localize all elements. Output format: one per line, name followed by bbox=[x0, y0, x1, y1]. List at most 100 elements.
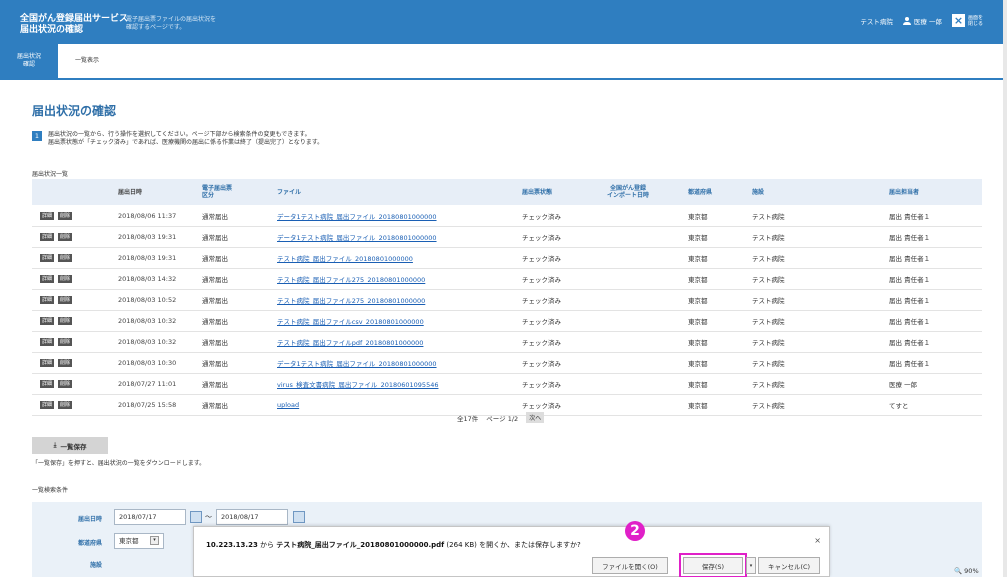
cell-facility: テスト病院 bbox=[752, 381, 785, 389]
cell-file: テスト病院_届出ファイルcsv_20180801000000 bbox=[277, 311, 424, 331]
file-link[interactable]: テスト病院_届出ファイル275_20180801000000 bbox=[277, 274, 425, 284]
cell-pref: 東京都 bbox=[688, 234, 708, 242]
detail-button[interactable]: 詳細 bbox=[40, 233, 55, 241]
cell-facility: テスト病院 bbox=[752, 297, 785, 305]
row-actions: 詳細 削除 bbox=[40, 374, 73, 394]
hospital-name: テスト病院 bbox=[860, 17, 893, 26]
delete-button[interactable]: 削除 bbox=[58, 359, 73, 367]
info-line2: 届出票状態が「チェック済み」であれば、医療機関の届出に係る作業は終了（提出完了）… bbox=[48, 139, 324, 146]
delete-button[interactable]: 削除 bbox=[58, 401, 73, 409]
next-page-button[interactable]: 次へ bbox=[526, 412, 545, 423]
col-header-status: 届出票状態 bbox=[522, 188, 553, 196]
file-link[interactable]: テスト病院_届出ファイルpdf_20180801000000 bbox=[277, 337, 423, 347]
row-actions: 詳細 削除 bbox=[40, 269, 73, 289]
table-row: 詳細 削除 2018/08/03 10:32 通常届出 テスト病院_届出ファイルpdf_… bbox=[32, 332, 982, 353]
file-link[interactable]: データ1テスト病院_届出ファイル_20180801000000 bbox=[277, 211, 437, 221]
delete-button[interactable]: 削除 bbox=[58, 254, 73, 262]
cell-file: テスト病院_届出ファイル275_20180801000000 bbox=[277, 290, 425, 310]
file-link[interactable]: テスト病院_届出ファイル275_20180801000000 bbox=[277, 295, 425, 305]
header-description-line2: 確認するページです。 bbox=[126, 24, 186, 31]
detail-button[interactable]: 詳細 bbox=[40, 359, 55, 367]
file-link[interactable]: virus_検査文書病院_届出ファイル_20180601095546 bbox=[277, 379, 438, 389]
bulk-save-button[interactable]: ⤓ 一覧保存 bbox=[32, 437, 108, 454]
file-link[interactable]: テスト病院_届出ファイル_20180801000000 bbox=[277, 253, 413, 263]
pager: 全17件 ページ 1/2 次へ bbox=[457, 412, 545, 423]
calendar-icon-to[interactable] bbox=[293, 511, 305, 523]
cell-facility: テスト病院 bbox=[752, 318, 785, 326]
delete-button[interactable]: 削除 bbox=[58, 317, 73, 325]
col-header-kind-line1: 電子届出票 bbox=[202, 185, 233, 192]
cell-pref: 東京都 bbox=[688, 402, 708, 410]
cell-pref: 東京都 bbox=[688, 213, 708, 221]
cell-file: テスト病院_届出ファイルpdf_20180801000000 bbox=[277, 332, 423, 352]
open-file-button[interactable]: ファイルを開く(O) bbox=[592, 557, 668, 574]
close-icon[interactable]: × bbox=[814, 536, 821, 545]
detail-button[interactable]: 詳細 bbox=[40, 317, 55, 325]
col-header-import-line1: 全国がん登録 bbox=[610, 185, 647, 192]
row-actions: 詳細 削除 bbox=[40, 290, 73, 310]
cell-date: 2018/08/03 19:31 bbox=[118, 254, 177, 262]
bulk-save-label: 一覧保存 bbox=[60, 442, 87, 451]
delete-button[interactable]: 削除 bbox=[58, 233, 73, 241]
app-window: 全国がん登録届出サービス 届出状況の確認 電子届出票ファイルの届出状況を 確認す… bbox=[0, 0, 1003, 577]
date-to-input[interactable]: 2018/08/17 bbox=[216, 509, 288, 525]
delete-button[interactable]: 削除 bbox=[58, 296, 73, 304]
cancel-button[interactable]: キャンセル(C) bbox=[758, 557, 820, 574]
col-header-facility: 施設 bbox=[752, 188, 765, 196]
download-icon: ⤓ bbox=[53, 441, 57, 449]
file-link[interactable]: upload bbox=[277, 401, 299, 409]
detail-button[interactable]: 詳細 bbox=[40, 212, 55, 220]
detail-button[interactable]: 詳細 bbox=[40, 296, 55, 304]
delete-button[interactable]: 削除 bbox=[58, 212, 73, 220]
file-link[interactable]: データ1テスト病院_届出ファイル_20180801000000 bbox=[277, 232, 437, 242]
cell-kind: 通常届出 bbox=[202, 213, 228, 221]
col-header-file: ファイル bbox=[277, 188, 302, 196]
tab-list-view[interactable]: 一覧表示 bbox=[62, 44, 112, 78]
save-button[interactable]: 保存(S) bbox=[679, 553, 747, 577]
download-question: を開くか、または保存しますか? bbox=[479, 541, 581, 549]
cell-kind: 通常届出 bbox=[202, 339, 228, 347]
tab-status-check-line1: 届出状況 bbox=[16, 53, 41, 60]
table-row: 詳細 削除 2018/08/03 10:32 通常届出 テスト病院_届出ファイルcsv_… bbox=[32, 311, 982, 332]
detail-button[interactable]: 詳細 bbox=[40, 338, 55, 346]
chevron-down-icon[interactable]: ▾ bbox=[150, 536, 159, 545]
cell-kind: 通常届出 bbox=[202, 402, 228, 410]
download-host: 10.223.13.23 bbox=[206, 541, 258, 549]
status-table: 届出日時 電子届出票 区分 ファイル 届出票状態 全国がん登録 インポート日時 … bbox=[32, 179, 982, 416]
cell-reporter: 届出 責任者１ bbox=[889, 276, 931, 284]
detail-button[interactable]: 詳細 bbox=[40, 254, 55, 262]
cell-file: upload bbox=[277, 395, 299, 415]
table-row: 詳細 削除 2018/08/03 10:30 通常届出 データ1テスト病院_届出ファイル… bbox=[32, 353, 982, 374]
delete-button[interactable]: 削除 bbox=[58, 275, 73, 283]
date-label: 届出日時 bbox=[78, 516, 103, 523]
vertical-scrollbar[interactable] bbox=[1003, 0, 1007, 577]
cell-pref: 東京都 bbox=[688, 276, 708, 284]
file-link[interactable]: データ1テスト病院_届出ファイル_20180801000000 bbox=[277, 358, 437, 368]
detail-button[interactable]: 詳細 bbox=[40, 401, 55, 409]
calendar-icon-from[interactable] bbox=[190, 511, 202, 523]
delete-button[interactable]: 削除 bbox=[58, 338, 73, 346]
detail-button[interactable]: 詳細 bbox=[40, 275, 55, 283]
cell-reporter: 届出 責任者１ bbox=[889, 360, 931, 368]
file-link[interactable]: テスト病院_届出ファイルcsv_20180801000000 bbox=[277, 316, 424, 326]
table-row: 詳細 削除 2018/08/03 10:52 通常届出 テスト病院_届出ファイル275_… bbox=[32, 290, 982, 311]
pref-label: 都道府県 bbox=[78, 540, 103, 547]
zoom-level[interactable]: 🔍 90% bbox=[954, 567, 979, 575]
close-screen-label: 画面を 閉じる bbox=[968, 15, 983, 27]
detail-button[interactable]: 詳細 bbox=[40, 380, 55, 388]
close-screen-button[interactable]: × 画面を 閉じる bbox=[951, 14, 983, 27]
save-options-chevron-icon[interactable]: ▾ bbox=[746, 557, 756, 574]
cell-reporter: 届出 責任者１ bbox=[889, 213, 931, 221]
cell-status: チェック済み bbox=[522, 360, 561, 368]
page-title: 届出状況の確認 bbox=[32, 104, 117, 118]
cell-date: 2018/08/03 10:52 bbox=[118, 296, 177, 304]
delete-button[interactable]: 削除 bbox=[58, 380, 73, 388]
user-name: 医療 一郎 bbox=[913, 17, 942, 26]
cell-file: テスト病院_届出ファイル_20180801000000 bbox=[277, 248, 413, 268]
cell-facility: テスト病院 bbox=[752, 255, 785, 263]
table-row: 詳細 削除 2018/08/03 19:31 通常届出 テスト病院_届出ファイル_201… bbox=[32, 248, 982, 269]
total-count: 全17件 bbox=[457, 414, 479, 423]
tab-status-check[interactable]: 届出状況 確認 bbox=[0, 44, 58, 78]
date-from-input[interactable]: 2018/07/17 bbox=[114, 509, 186, 525]
table-row: 詳細 削除 2018/07/27 11:01 通常届出 virus_検査文書病院_届出フ… bbox=[32, 374, 982, 395]
